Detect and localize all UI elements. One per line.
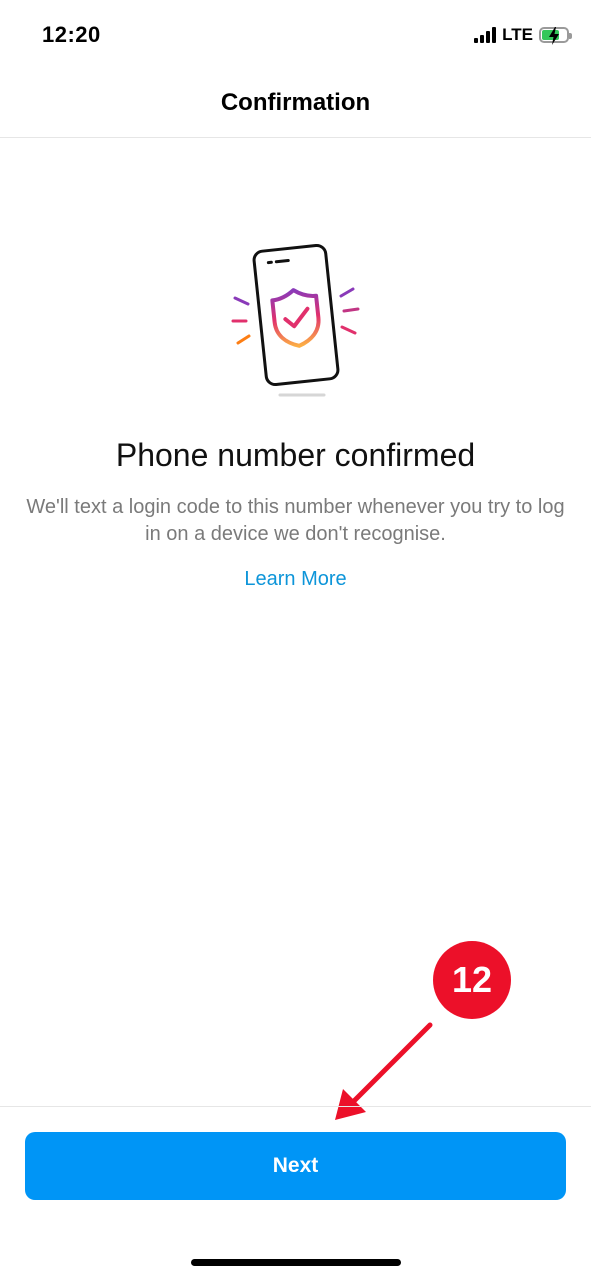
phone-shield-check-icon [231, 243, 360, 397]
annotation-arrow-icon [335, 1022, 433, 1120]
status-indicators: LTE [474, 25, 572, 45]
step-number-badge: 12 [433, 941, 511, 1019]
next-button[interactable]: Next [25, 1132, 566, 1200]
confirmation-headline: Phone number confirmed [115, 437, 476, 473]
page-title: Confirmation [220, 89, 371, 116]
charging-bolt-icon [549, 27, 559, 45]
home-indicator[interactable] [191, 1259, 401, 1266]
header: Confirmation [0, 72, 591, 138]
battery-icon [539, 27, 572, 45]
status-time: 12:20 [42, 22, 101, 47]
confirmation-description: We'll text a login code to this number w… [26, 496, 565, 545]
network-type: LTE [502, 25, 533, 44]
footer-divider [0, 1106, 591, 1107]
status-bar: 12:20 LTE [0, 0, 591, 72]
learn-more-link[interactable]: Learn More [0, 568, 591, 591]
signal-strength-icon [474, 27, 497, 43]
